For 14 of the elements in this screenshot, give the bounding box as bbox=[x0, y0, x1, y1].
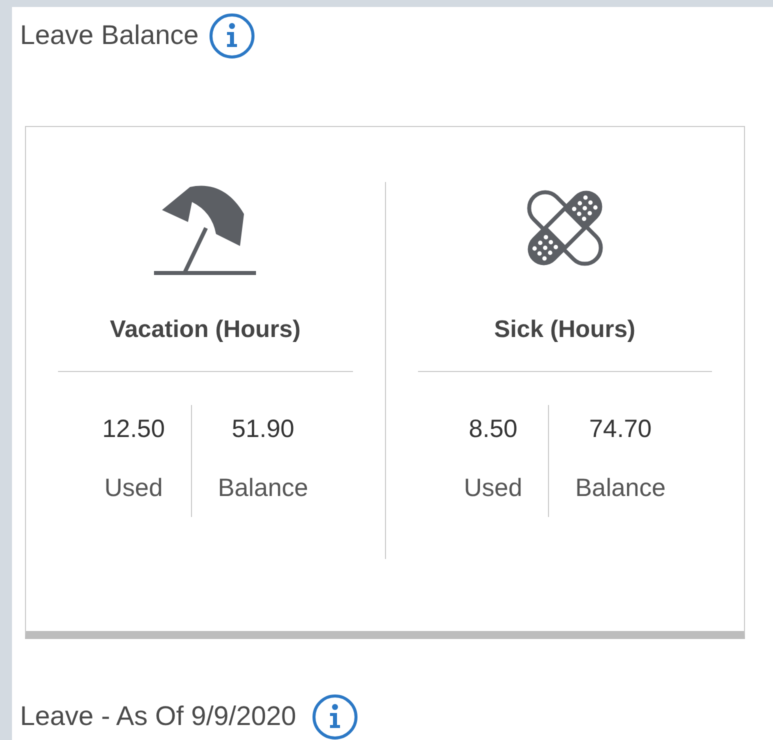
section-title: Leave Balance bbox=[20, 20, 199, 52]
stat-label: Used bbox=[104, 474, 163, 504]
stat-label: Used bbox=[464, 474, 522, 504]
stat-value: 74.70 bbox=[589, 415, 652, 444]
section-title: Leave - As Of 9/9/2020 bbox=[20, 701, 296, 732]
stat-value: 8.50 bbox=[468, 415, 518, 444]
stat-label: Balance bbox=[575, 474, 666, 504]
info-icon[interactable] bbox=[312, 694, 358, 740]
stat-value: 51.90 bbox=[232, 415, 294, 444]
stat-value: 12.50 bbox=[102, 415, 165, 444]
category-title: Sick (Hours) bbox=[494, 315, 636, 346]
stat-label: Balance bbox=[218, 474, 308, 504]
category-title: Vacation (Hours) bbox=[110, 315, 301, 346]
info-icon[interactable] bbox=[208, 12, 255, 59]
